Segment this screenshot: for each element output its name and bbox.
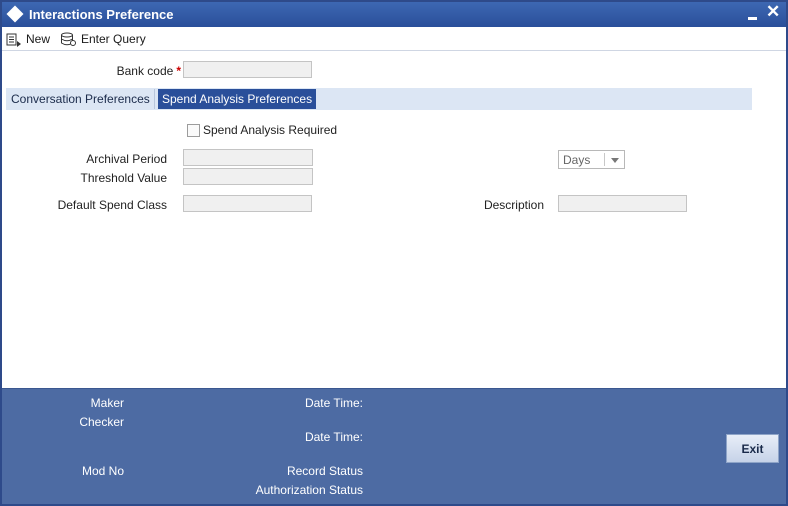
audit-footer: Maker Checker Mod No Date Time: Date Tim… (2, 388, 786, 504)
threshold-value-label: Threshold Value (80, 171, 168, 185)
exit-button[interactable]: Exit (726, 434, 779, 463)
new-document-icon (6, 33, 21, 47)
description-label: Description (483, 198, 544, 212)
spend-analysis-required-checkbox[interactable] (187, 124, 200, 137)
minimize-icon[interactable] (747, 6, 759, 22)
maker-label: Maker (90, 396, 124, 410)
new-button-label: New (26, 32, 51, 46)
interactions-preference-window: Interactions Preference ✕ New Enter Quer… (0, 0, 788, 506)
spend-analysis-required-label: Spend Analysis Required (203, 123, 338, 137)
tab-conversation-preferences[interactable]: Conversation Preferences (7, 89, 155, 109)
bank-code-label: Bank code * (117, 64, 181, 78)
close-icon[interactable]: ✕ (766, 3, 780, 21)
app-diamond-icon (6, 5, 24, 23)
archival-period-label: Archival Period (86, 152, 167, 166)
authorization-status-label: Authorization Status (255, 483, 363, 497)
default-spend-class-label: Default Spend Class (57, 198, 167, 212)
record-status-label: Record Status (286, 464, 363, 478)
maker-date-time-label: Date Time: (304, 396, 363, 410)
tab-spend-analysis-preferences[interactable]: Spend Analysis Preferences (158, 89, 317, 109)
title-bar: Interactions Preference ✕ (2, 2, 786, 27)
archival-unit-value: Days (563, 153, 591, 167)
new-button[interactable]: New (6, 30, 50, 48)
bank-code-label-text: Bank code (116, 64, 174, 78)
enter-query-label: Enter Query (81, 32, 146, 46)
toolbar: New Enter Query (2, 27, 786, 51)
default-spend-class-input[interactable] (183, 195, 312, 212)
archival-unit-select[interactable]: Days (558, 150, 625, 169)
checker-label: Checker (79, 415, 124, 429)
tab-strip: Conversation Preferences Spend Analysis … (6, 88, 752, 110)
mod-no-label: Mod No (81, 464, 124, 478)
required-mark: * (176, 64, 181, 78)
checker-date-time-label: Date Time: (304, 430, 363, 444)
enter-query-button[interactable]: Enter Query (60, 30, 146, 48)
threshold-value-input[interactable] (183, 168, 313, 185)
description-input[interactable] (558, 195, 687, 212)
select-separator (604, 153, 605, 166)
query-icon (61, 32, 76, 46)
archival-period-input[interactable] (183, 149, 313, 166)
chevron-down-icon (611, 158, 619, 163)
window-title: Interactions Preference (29, 7, 174, 22)
bank-code-input[interactable] (183, 61, 312, 78)
